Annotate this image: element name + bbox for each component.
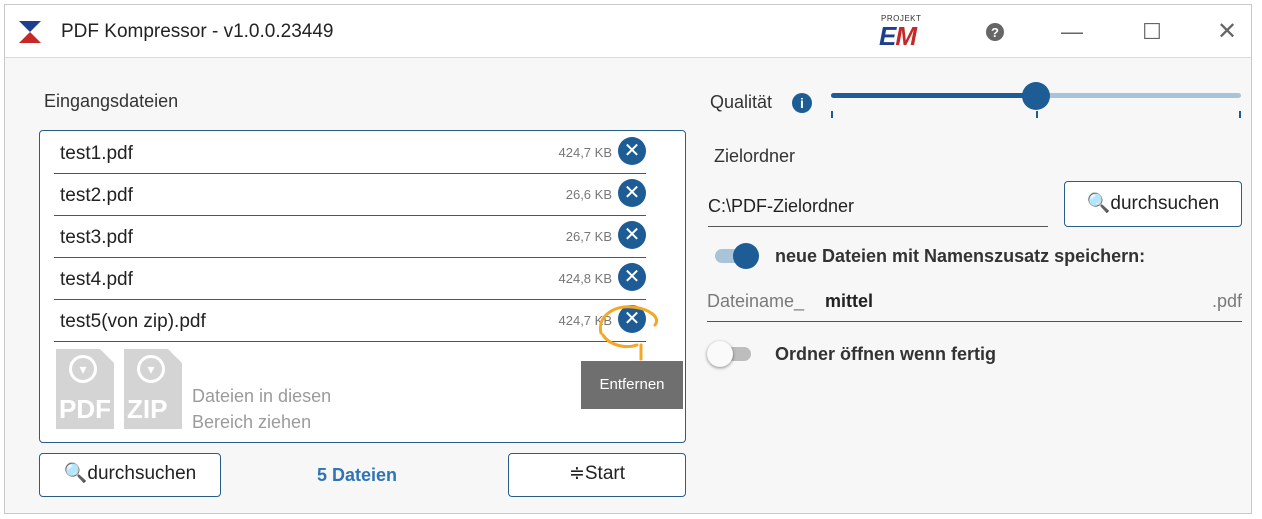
title-bar: PDF Kompressor - v1.0.0.23449 PROJEKT EM… xyxy=(5,5,1251,58)
remove-file-button[interactable]: ✕ xyxy=(618,263,646,291)
file-size: 424,7 KB xyxy=(558,145,613,160)
file-name: test3.pdf xyxy=(60,227,133,248)
file-name-value: mittel xyxy=(825,291,874,311)
maximize-icon: ☐ xyxy=(1142,19,1162,44)
help-button[interactable]: ? xyxy=(975,15,1015,49)
target-folder-label: Zielordner xyxy=(714,146,796,166)
quality-label: Qualität xyxy=(710,92,773,112)
file-name-field[interactable]: Dateiname_ mittel .pdf xyxy=(707,285,1242,322)
quality-slider-fill xyxy=(831,93,1036,98)
file-name: test4.pdf xyxy=(60,269,133,290)
file-name: test2.pdf xyxy=(60,185,133,206)
file-row[interactable]: test5(von zip).pdf 424,7 KB ✕ xyxy=(54,299,646,342)
svg-text:?: ? xyxy=(991,25,999,40)
open-folder-toggle[interactable] xyxy=(707,341,757,367)
remove-file-button[interactable]: ✕ xyxy=(618,221,646,249)
close-icon: ✕ xyxy=(1216,18,1238,45)
file-name: test5(von zip).pdf xyxy=(60,311,206,332)
app-logo-icon xyxy=(19,21,41,43)
zip-file-icon: ▾ ZIP xyxy=(124,349,182,429)
highlight-annotation xyxy=(598,305,658,361)
close-button[interactable]: ✕ xyxy=(1207,15,1247,49)
info-icon[interactable]: i xyxy=(792,93,812,113)
browse-files-button[interactable]: 🔍durchsuchen xyxy=(39,453,221,497)
input-files-label: Eingangsdateien xyxy=(44,91,179,111)
pdf-file-icon: ▾ PDF xyxy=(56,349,114,429)
open-folder-label: Ordner öffnen wenn fertig xyxy=(775,344,997,364)
app-window: PDF Kompressor - v1.0.0.23449 PROJEKT EM… xyxy=(4,4,1252,514)
quality-slider[interactable] xyxy=(831,82,1241,118)
target-folder-field[interactable]: C:\PDF-Zielordner xyxy=(708,186,1048,227)
file-name-extension: .pdf xyxy=(1211,291,1242,311)
file-row[interactable]: test3.pdf 26,7 KB ✕ xyxy=(54,215,646,258)
file-row[interactable]: test4.pdf 424,8 KB ✕ xyxy=(54,257,646,300)
file-row[interactable]: test2.pdf 26,6 KB ✕ xyxy=(54,173,646,216)
help-icon: ? xyxy=(986,23,1004,41)
remove-file-button[interactable]: ✕ xyxy=(618,137,646,165)
remove-tooltip: Entfernen xyxy=(581,361,683,409)
window-title: PDF Kompressor - v1.0.0.23449 xyxy=(61,21,334,42)
file-size: 26,6 KB xyxy=(565,187,612,202)
quality-slider-tick xyxy=(831,111,833,118)
file-row[interactable]: test1.pdf 424,7 KB ✕ xyxy=(54,131,646,174)
brand-logo-letters: EM xyxy=(879,21,917,51)
minimize-icon: — xyxy=(1061,19,1083,44)
remove-file-button[interactable]: ✕ xyxy=(618,179,646,207)
maximize-button[interactable]: ☐ xyxy=(1132,15,1172,49)
quality-slider-tick xyxy=(1239,111,1241,118)
file-name: test1.pdf xyxy=(60,143,133,164)
brand-logo: PROJEKT EM xyxy=(877,14,937,51)
name-suffix-toggle[interactable] xyxy=(711,243,761,269)
target-folder-value: C:\PDF-Zielordner xyxy=(708,196,855,216)
file-name-prefix: Dateiname_ xyxy=(707,291,805,311)
minimize-button[interactable]: — xyxy=(1052,15,1092,49)
quality-slider-tick xyxy=(1036,111,1038,118)
name-suffix-label: neue Dateien mit Namenszusatz speichern: xyxy=(775,246,1146,266)
drop-hint: Dateien in diesen Bereich ziehen xyxy=(192,386,332,432)
file-size: 424,8 KB xyxy=(558,271,613,286)
browse-folder-button[interactable]: 🔍durchsuchen xyxy=(1064,181,1242,227)
start-button[interactable]: ≑Start xyxy=(508,453,686,497)
file-size: 26,7 KB xyxy=(565,229,612,244)
quality-slider-thumb[interactable] xyxy=(1022,82,1050,110)
file-count: 5 Dateien xyxy=(317,465,398,485)
